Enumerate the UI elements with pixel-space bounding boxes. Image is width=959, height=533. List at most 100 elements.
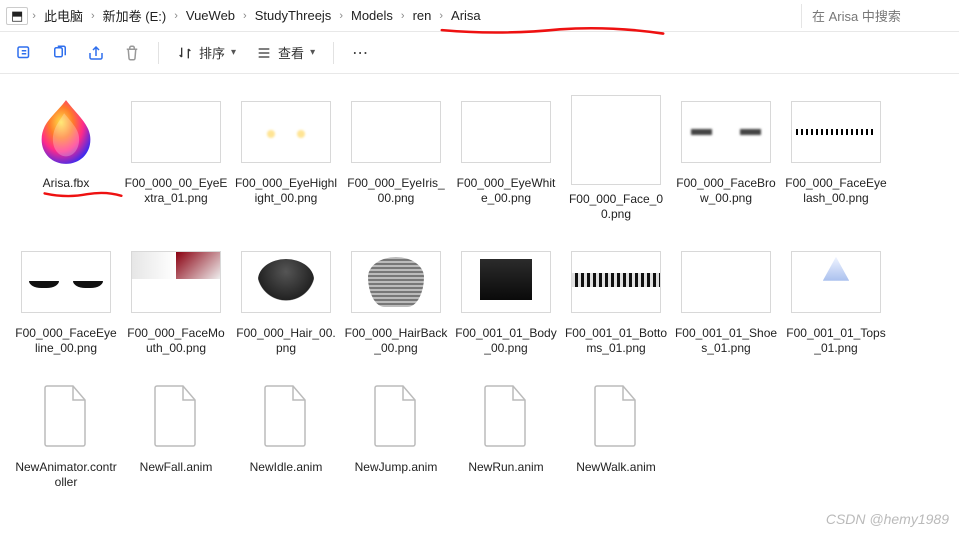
file-name: F00_000_EyeWhite_00.png: [454, 176, 558, 206]
crumb-vueweb[interactable]: VueWeb: [182, 6, 239, 25]
file-name: F00_000_FaceBrow_00.png: [674, 176, 778, 206]
file-name: F00_001_01_Body_00.png: [454, 326, 558, 356]
file-item[interactable]: F00_000_EyeIris_00.png: [342, 92, 450, 222]
crumb-arisa[interactable]: Arisa: [447, 6, 485, 25]
file-thumbnail: [456, 376, 556, 456]
file-item[interactable]: F00_000_00_EyeExtra_01.png: [122, 92, 230, 222]
view-icon: [256, 45, 272, 61]
file-name: NewAnimator.controller: [14, 460, 118, 490]
file-thumbnail: [346, 242, 446, 322]
file-item[interactable]: NewIdle.anim: [232, 376, 340, 490]
toolbar-divider: [333, 42, 334, 64]
chevron-right-icon: ›: [172, 10, 180, 22]
file-name: NewIdle.anim: [250, 460, 323, 475]
file-name: F00_000_EyeHighlight_00.png: [234, 176, 338, 206]
file-thumbnail: [566, 92, 666, 188]
file-thumbnail: [346, 92, 446, 172]
file-thumbnail: [566, 376, 666, 456]
file-thumbnail: [786, 242, 886, 322]
file-item[interactable]: F00_000_FaceEyelash_00.png: [782, 92, 890, 222]
chevron-right-icon: ›: [399, 10, 407, 22]
crumb-drive[interactable]: 新加卷 (E:): [99, 4, 171, 27]
view-label: 查看: [278, 43, 304, 62]
file-item[interactable]: F00_000_EyeWhite_00.png: [452, 92, 560, 222]
file-item[interactable]: F00_000_HairBack_00.png: [342, 242, 450, 356]
file-item[interactable]: NewFall.anim: [122, 376, 230, 490]
crumb-studythreejs[interactable]: StudyThreejs: [251, 6, 336, 25]
toolbar-divider: [158, 42, 159, 64]
file-item[interactable]: Arisa.fbx: [12, 92, 120, 222]
file-thumbnail: [346, 376, 446, 456]
toolbar: 排序 ▾ 查看 ▾ ⋯: [0, 32, 959, 74]
file-thumbnail: [456, 92, 556, 172]
file-name: F00_001_01_Shoes_01.png: [674, 326, 778, 356]
file-item[interactable]: NewRun.anim: [452, 376, 560, 490]
file-thumbnail: [236, 92, 336, 172]
chevron-right-icon: ›: [241, 10, 249, 22]
watermark: CSDN @hemy1989: [826, 511, 949, 527]
file-name: F00_000_FaceMouth_00.png: [124, 326, 228, 356]
file-name: F00_001_01_Bottoms_01.png: [564, 326, 668, 356]
chevron-down-icon: ▾: [310, 47, 315, 58]
file-thumbnail: [236, 376, 336, 456]
file-name: F00_000_FaceEyelash_00.png: [784, 176, 888, 206]
file-name: Arisa.fbx: [43, 176, 90, 191]
file-thumbnail: [676, 242, 776, 322]
file-thumbnail: [456, 242, 556, 322]
chevron-right-icon: ›: [437, 10, 445, 22]
file-item[interactable]: NewJump.anim: [342, 376, 450, 490]
file-name: F00_000_00_EyeExtra_01.png: [124, 176, 228, 206]
file-name: NewWalk.anim: [576, 460, 656, 475]
chevron-down-icon: ▾: [231, 47, 236, 58]
file-thumbnail: [126, 92, 226, 172]
crumb[interactable]: ⬒: [6, 7, 28, 25]
file-thumbnail: [236, 242, 336, 322]
more-icon[interactable]: ⋯: [344, 37, 376, 69]
copy-icon[interactable]: [44, 37, 76, 69]
search-input[interactable]: 在 Arisa 中搜索: [801, 4, 953, 28]
crumb-models[interactable]: Models: [347, 6, 397, 25]
file-item[interactable]: F00_000_EyeHighlight_00.png: [232, 92, 340, 222]
crumb-ren[interactable]: ren: [409, 6, 436, 25]
file-name: F00_000_EyeIris_00.png: [344, 176, 448, 206]
file-thumbnail: [16, 92, 116, 172]
chevron-right-icon: ›: [337, 10, 345, 22]
search-placeholder: 在 Arisa 中搜索: [812, 6, 901, 25]
sort-button[interactable]: 排序 ▾: [169, 39, 244, 66]
file-item[interactable]: F00_000_FaceEyeline_00.png: [12, 242, 120, 356]
file-thumbnail: [786, 92, 886, 172]
file-item[interactable]: F00_000_Face_00.png: [562, 92, 670, 222]
file-thumbnail: [126, 242, 226, 322]
file-item[interactable]: F00_001_01_Body_00.png: [452, 242, 560, 356]
sort-label: 排序: [199, 43, 225, 62]
file-item[interactable]: F00_000_FaceMouth_00.png: [122, 242, 230, 356]
file-name: F00_000_Hair_00.png: [234, 326, 338, 356]
file-thumbnail: [566, 242, 666, 322]
breadcrumb: ⬒ › 此电脑 › 新加卷 (E:) › VueWeb › StudyThree…: [6, 4, 793, 27]
file-item[interactable]: F00_000_FaceBrow_00.png: [672, 92, 780, 222]
crumb-pc[interactable]: 此电脑: [40, 4, 87, 27]
cut-icon[interactable]: [8, 37, 40, 69]
chevron-right-icon: ›: [30, 10, 38, 22]
file-thumbnail: [16, 242, 116, 322]
chevron-right-icon: ›: [89, 10, 97, 22]
share-icon[interactable]: [80, 37, 112, 69]
file-item[interactable]: F00_001_01_Tops_01.png: [782, 242, 890, 356]
file-name: NewRun.anim: [468, 460, 543, 475]
files-grid: Arisa.fbxF00_000_00_EyeExtra_01.pngF00_0…: [0, 74, 959, 508]
file-item[interactable]: F00_001_01_Bottoms_01.png: [562, 242, 670, 356]
file-name: F00_001_01_Tops_01.png: [784, 326, 888, 356]
file-item[interactable]: F00_000_Hair_00.png: [232, 242, 340, 356]
file-item[interactable]: NewWalk.anim: [562, 376, 670, 490]
file-name: F00_000_Face_00.png: [564, 192, 668, 222]
file-thumbnail: [126, 376, 226, 456]
file-thumbnail: [16, 376, 116, 456]
file-thumbnail: [676, 92, 776, 172]
file-name: NewJump.anim: [355, 460, 438, 475]
delete-icon[interactable]: [116, 37, 148, 69]
sort-icon: [177, 45, 193, 61]
file-name: F00_000_FaceEyeline_00.png: [14, 326, 118, 356]
view-button[interactable]: 查看 ▾: [248, 39, 323, 66]
file-item[interactable]: F00_001_01_Shoes_01.png: [672, 242, 780, 356]
file-item[interactable]: NewAnimator.controller: [12, 376, 120, 490]
